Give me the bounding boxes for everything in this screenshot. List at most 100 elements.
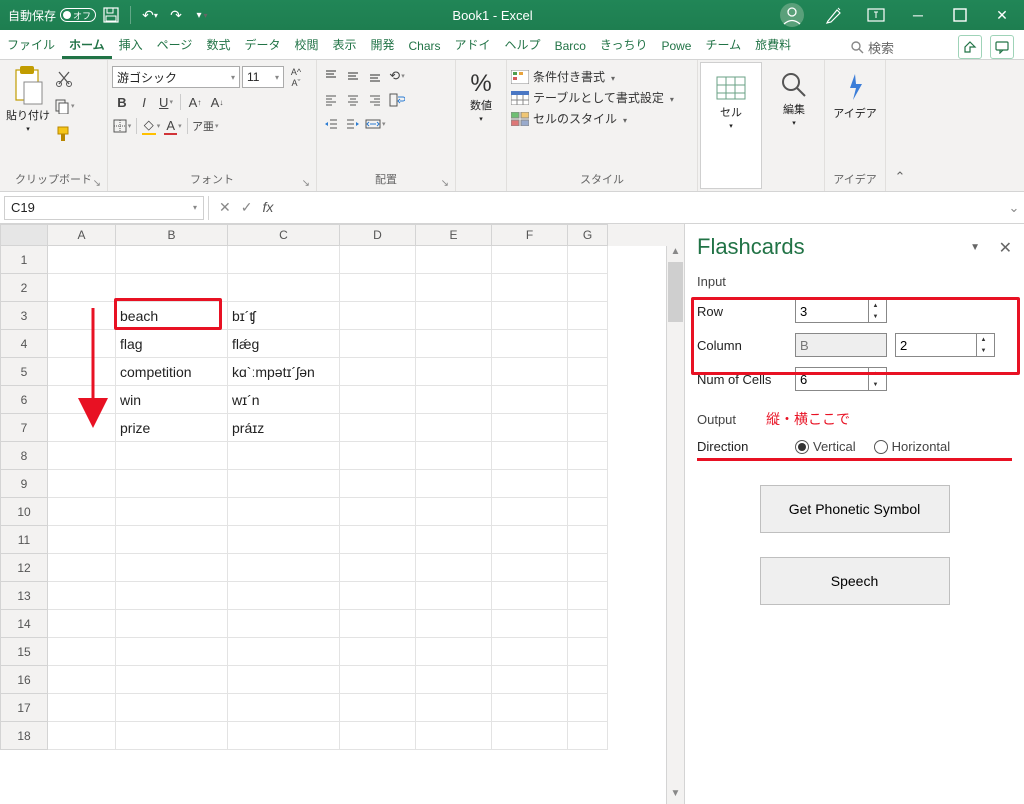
- cell[interactable]: [492, 498, 568, 526]
- pane-close-icon[interactable]: ✕: [999, 238, 1012, 258]
- decrease-indent-icon[interactable]: [321, 114, 341, 134]
- cell[interactable]: [568, 666, 608, 694]
- cell[interactable]: [492, 694, 568, 722]
- cell[interactable]: [492, 610, 568, 638]
- tell-me-search[interactable]: 検索: [850, 38, 950, 57]
- cell[interactable]: [416, 358, 492, 386]
- row-header[interactable]: 8: [0, 442, 48, 470]
- font-size-select[interactable]: 11▾: [242, 66, 284, 88]
- dialog-launcher-icon[interactable]: ↘: [441, 178, 449, 189]
- format-painter-icon[interactable]: [54, 124, 75, 144]
- borders-icon[interactable]: [112, 116, 132, 136]
- cell[interactable]: [416, 694, 492, 722]
- row-header[interactable]: 14: [0, 610, 48, 638]
- enter-formula-icon[interactable]: ✓: [241, 199, 253, 216]
- cell[interactable]: [416, 554, 492, 582]
- cell[interactable]: [416, 386, 492, 414]
- numcells-spinner[interactable]: ▲▼: [795, 367, 887, 391]
- cell[interactable]: [492, 330, 568, 358]
- cell[interactable]: [48, 722, 116, 750]
- save-icon[interactable]: [100, 4, 122, 26]
- cell[interactable]: [48, 358, 116, 386]
- cell[interactable]: [492, 526, 568, 554]
- cell[interactable]: win: [116, 386, 228, 414]
- cell[interactable]: [568, 246, 608, 274]
- column-spinner[interactable]: ▲▼: [895, 333, 995, 357]
- speech-button[interactable]: Speech: [760, 557, 950, 605]
- row-header[interactable]: 15: [0, 638, 48, 666]
- cell[interactable]: [228, 722, 340, 750]
- row-header[interactable]: 12: [0, 554, 48, 582]
- name-box[interactable]: C19▾: [4, 196, 204, 220]
- cell[interactable]: [48, 274, 116, 302]
- cell[interactable]: [340, 442, 416, 470]
- cell[interactable]: [228, 526, 340, 554]
- cell[interactable]: [568, 638, 608, 666]
- cell[interactable]: [568, 302, 608, 330]
- cell[interactable]: [492, 414, 568, 442]
- vertical-scrollbar[interactable]: ▲ ▼: [666, 246, 684, 804]
- cell[interactable]: [416, 582, 492, 610]
- column-header[interactable]: E: [416, 224, 492, 246]
- cell[interactable]: [568, 722, 608, 750]
- cell[interactable]: [228, 246, 340, 274]
- italic-button[interactable]: I: [134, 92, 154, 112]
- qat-customize-icon[interactable]: ▾: [191, 4, 213, 26]
- cell[interactable]: [416, 330, 492, 358]
- tab-insert[interactable]: 挿入: [112, 30, 150, 59]
- cell[interactable]: [116, 246, 228, 274]
- cell[interactable]: [568, 442, 608, 470]
- dialog-launcher-icon[interactable]: ↘: [302, 178, 310, 189]
- orientation-icon[interactable]: ⟲: [387, 66, 407, 86]
- merge-center-icon[interactable]: [365, 114, 386, 134]
- formula-input[interactable]: [283, 196, 1004, 220]
- cancel-formula-icon[interactable]: ✕: [219, 199, 231, 216]
- cell[interactable]: [116, 498, 228, 526]
- cell[interactable]: [340, 638, 416, 666]
- cell[interactable]: [48, 666, 116, 694]
- cell[interactable]: [48, 414, 116, 442]
- cell[interactable]: [116, 638, 228, 666]
- column-header[interactable]: D: [340, 224, 416, 246]
- select-all-corner[interactable]: [0, 224, 48, 246]
- cell[interactable]: [340, 610, 416, 638]
- tab-page[interactable]: ページ: [150, 30, 200, 59]
- cell[interactable]: [228, 498, 340, 526]
- row-spinner[interactable]: ▲▼: [795, 299, 887, 323]
- cell[interactable]: [568, 274, 608, 302]
- cell[interactable]: [416, 302, 492, 330]
- ribbon-options-icon[interactable]: [856, 0, 896, 30]
- cell[interactable]: [568, 526, 608, 554]
- format-as-table-button[interactable]: テーブルとして書式設定: [511, 89, 674, 106]
- tab-file[interactable]: ファイル: [0, 30, 62, 59]
- cell[interactable]: [568, 694, 608, 722]
- row-header[interactable]: 17: [0, 694, 48, 722]
- row-header[interactable]: 1: [0, 246, 48, 274]
- tab-developer[interactable]: 開発: [364, 30, 402, 59]
- paste-button[interactable]: 貼り付け▾: [4, 62, 52, 138]
- autosave-toggle[interactable]: 自動保存 オフ: [8, 7, 96, 24]
- cut-icon[interactable]: [54, 68, 75, 88]
- dialog-launcher-icon[interactable]: ↘: [93, 178, 101, 189]
- tab-formulas[interactable]: 数式: [199, 30, 237, 59]
- cell[interactable]: [340, 470, 416, 498]
- cell[interactable]: [492, 358, 568, 386]
- bold-button[interactable]: B: [112, 92, 132, 112]
- redo-icon[interactable]: ↷: [165, 4, 187, 26]
- tab-home[interactable]: ホーム: [62, 30, 112, 59]
- cell[interactable]: [568, 358, 608, 386]
- cell[interactable]: [568, 498, 608, 526]
- number-format-button[interactable]: % 数値▾: [468, 68, 494, 128]
- row-header[interactable]: 4: [0, 330, 48, 358]
- cell[interactable]: [340, 274, 416, 302]
- cell[interactable]: [116, 442, 228, 470]
- numcells-input[interactable]: [796, 368, 868, 390]
- cell[interactable]: prize: [116, 414, 228, 442]
- cell[interactable]: [492, 302, 568, 330]
- cell[interactable]: [116, 274, 228, 302]
- tab-chars[interactable]: Chars: [402, 33, 448, 59]
- column-header[interactable]: G: [568, 224, 608, 246]
- undo-icon[interactable]: ↶▾: [139, 4, 161, 26]
- row-header[interactable]: 9: [0, 470, 48, 498]
- fill-color-icon[interactable]: ◇: [141, 116, 161, 136]
